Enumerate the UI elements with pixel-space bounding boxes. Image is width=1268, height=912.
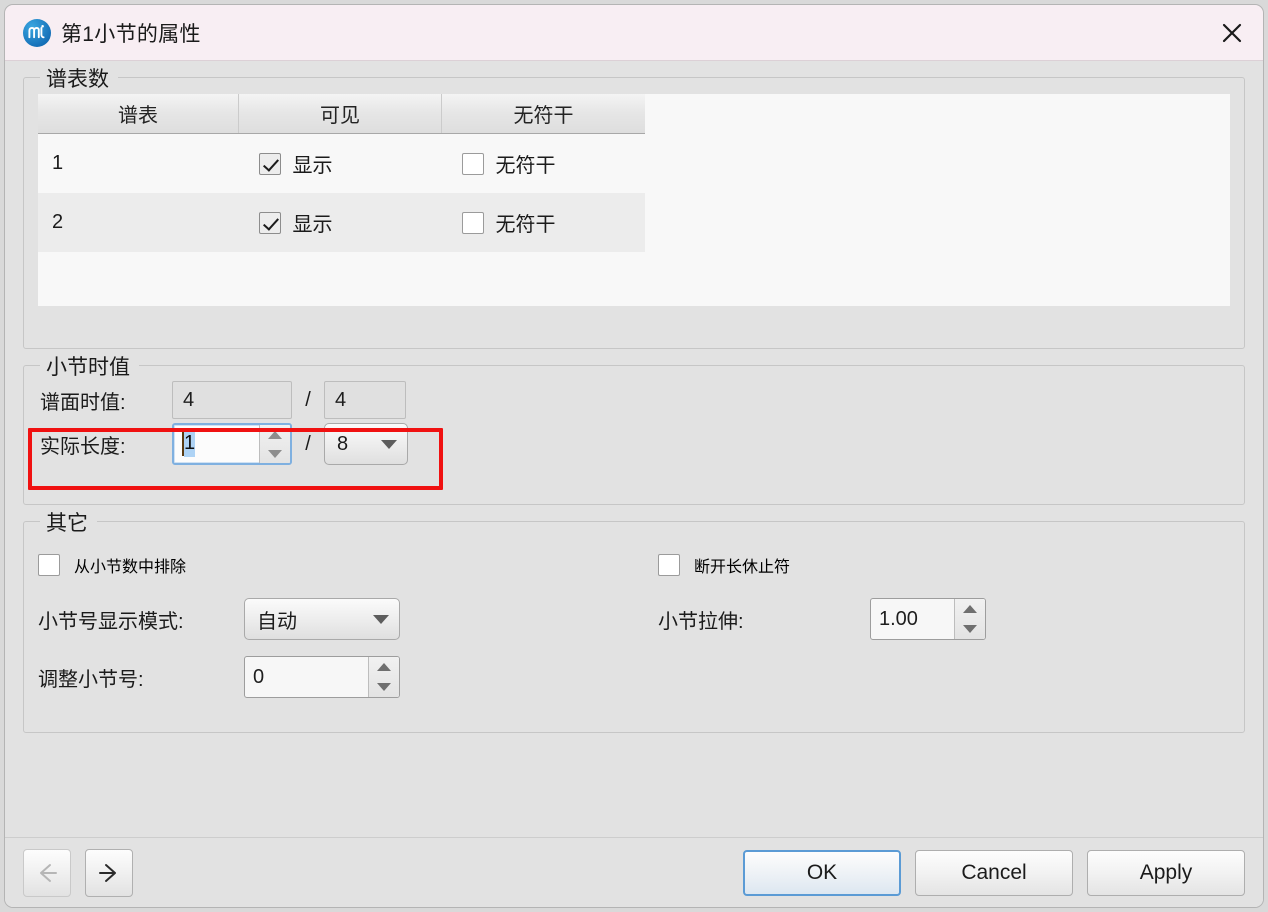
actual-numerator-spinbox[interactable]: 1 [172,423,292,465]
spin-up-button[interactable] [955,599,985,619]
actual-numerator-spin-buttons[interactable] [259,425,290,463]
chevron-down-icon [377,683,391,691]
nominal-separator: / [305,388,311,411]
exclude-from-count-label: 从小节数中排除 [74,559,187,576]
visible-checkbox[interactable] [258,152,281,175]
arrow-left-icon[interactable] [23,848,71,897]
nominal-duration-row: 谱面时值: 4 / 4 [24,378,1244,422]
actual-denominator-value: 8 [337,432,349,455]
exclude-from-count-row[interactable]: 从小节数中排除 [38,540,628,590]
stemless-checkbox[interactable] [461,211,484,234]
staves-group: 谱表数 谱表 可见 无符干 1 显示 无符干 2 显示 无符干 [23,63,1245,349]
add-to-number-value: 0 [253,665,265,688]
stretch-value: 1.00 [879,607,918,630]
add-to-number-label: 调整小节号: [38,668,144,691]
chevron-down-icon [268,449,282,458]
staves-table-view[interactable]: 谱表 可见 无符干 1 显示 无符干 2 显示 无符干 [38,94,1230,306]
actual-denominator-combobox[interactable]: 8 [324,423,408,465]
number-mode-row: 小节号显示模式: 自动 [38,590,628,648]
apply-button[interactable]: Apply [1087,849,1245,896]
dialog-titlebar: 第1小节的属性 [5,5,1263,61]
other-left-column: 从小节数中排除 小节号显示模式: 自动 调整小节号: 0 [38,540,628,706]
spin-down-button[interactable] [955,619,985,639]
chevron-up-icon [963,605,977,613]
stretch-spinbox[interactable]: 1.00 [870,598,986,640]
add-to-number-row: 调整小节号: 0 [38,648,628,706]
cell-stemless[interactable]: 无符干 [456,208,646,237]
nominal-numerator-field: 4 [172,381,292,419]
column-header-visible[interactable]: 可见 [238,94,442,134]
cell-staff-number: 1 [38,133,239,193]
break-multimeasure-rest-row[interactable]: 断开长休止符 [658,540,1218,590]
number-mode-value: 自动 [257,610,297,633]
column-header-stemless[interactable]: 无符干 [441,94,645,134]
nominal-duration-label: 谱面时值: [40,391,126,414]
column-header-staff[interactable]: 谱表 [38,94,239,134]
cell-visible[interactable]: 显示 [253,208,442,237]
cancel-button[interactable]: Cancel [915,849,1073,896]
staves-group-title: 谱表数 [40,63,118,93]
spin-up-button[interactable] [260,425,290,444]
number-mode-label: 小节号显示模式: [38,610,184,633]
nominal-denominator-field: 4 [324,381,406,419]
spin-down-button[interactable] [260,444,290,463]
measure-duration-group-title: 小节时值 [40,351,139,381]
ok-button[interactable]: OK [743,849,901,896]
cell-staff-number: 2 [38,193,239,252]
stretch-spin-buttons[interactable] [954,599,985,639]
break-multimeasure-rest-checkbox[interactable] [658,554,680,576]
close-icon[interactable] [1209,11,1255,55]
actual-duration-label: 实际长度: [40,435,126,458]
chevron-down-icon [381,439,397,449]
stretch-label: 小节拉伸: [658,610,744,633]
add-to-number-spinbox[interactable]: 0 [244,656,400,698]
actual-duration-row: 实际长度: 1 / 8 [24,422,1244,466]
visible-label: 显示 [292,155,333,177]
actual-numerator-value-wrap[interactable]: 1 [174,425,259,463]
add-to-number-spin-buttons[interactable] [368,657,399,697]
stemless-label: 无符干 [495,155,556,177]
exclude-from-count-checkbox[interactable] [38,554,60,576]
actual-numerator-value: 1 [184,431,196,457]
visible-label: 显示 [292,214,333,236]
table-row[interactable]: 2 显示 无符干 [38,193,645,252]
stemless-label: 无符干 [495,214,556,236]
chevron-up-icon [377,663,391,671]
dialog-body: 谱表数 谱表 可见 无符干 1 显示 无符干 2 显示 无符干 小节时值 谱面时… [5,61,1263,837]
stemless-checkbox[interactable] [461,152,484,175]
table-row[interactable]: 1 显示 无符干 [38,133,646,193]
spin-up-button[interactable] [369,657,399,677]
chevron-down-icon [963,625,977,633]
cell-visible[interactable]: 显示 [253,149,442,178]
arrow-right-icon[interactable] [85,848,133,897]
chevron-down-icon [373,614,389,624]
cell-stemless[interactable]: 无符干 [456,149,646,178]
measure-duration-group: 小节时值 谱面时值: 4 / 4 实际长度: 1 / 8 [23,351,1245,505]
dialog-footer: OK Cancel Apply [5,837,1263,907]
stretch-row: 小节拉伸: 1.00 [658,590,1218,648]
staves-table: 谱表 可见 无符干 1 显示 无符干 2 显示 无符干 [38,94,645,252]
chevron-up-icon [268,430,282,439]
dialog-title: 第1小节的属性 [61,22,201,46]
actual-separator: / [305,432,311,455]
spin-down-button[interactable] [369,677,399,697]
other-group-title: 其它 [40,507,97,537]
number-mode-combobox[interactable]: 自动 [244,598,400,640]
table-header-row: 谱表 可见 无符干 [38,94,645,134]
measure-properties-dialog: 第1小节的属性 谱表数 谱表 可见 无符干 1 显示 无符干 2 显示 无符干 … [4,4,1264,908]
visible-checkbox[interactable] [258,211,281,234]
break-multimeasure-rest-label: 断开长休止符 [694,559,791,576]
musescore-logo-icon [23,18,51,47]
other-grid: 从小节数中排除 小节号显示模式: 自动 调整小节号: 0 断开长休止符 小节拉伸… [24,522,1244,706]
other-right-column: 断开长休止符 小节拉伸: 1.00 [628,540,1218,706]
other-group: 其它 从小节数中排除 小节号显示模式: 自动 调整小节号: 0 断开长休止符 小… [23,507,1245,733]
